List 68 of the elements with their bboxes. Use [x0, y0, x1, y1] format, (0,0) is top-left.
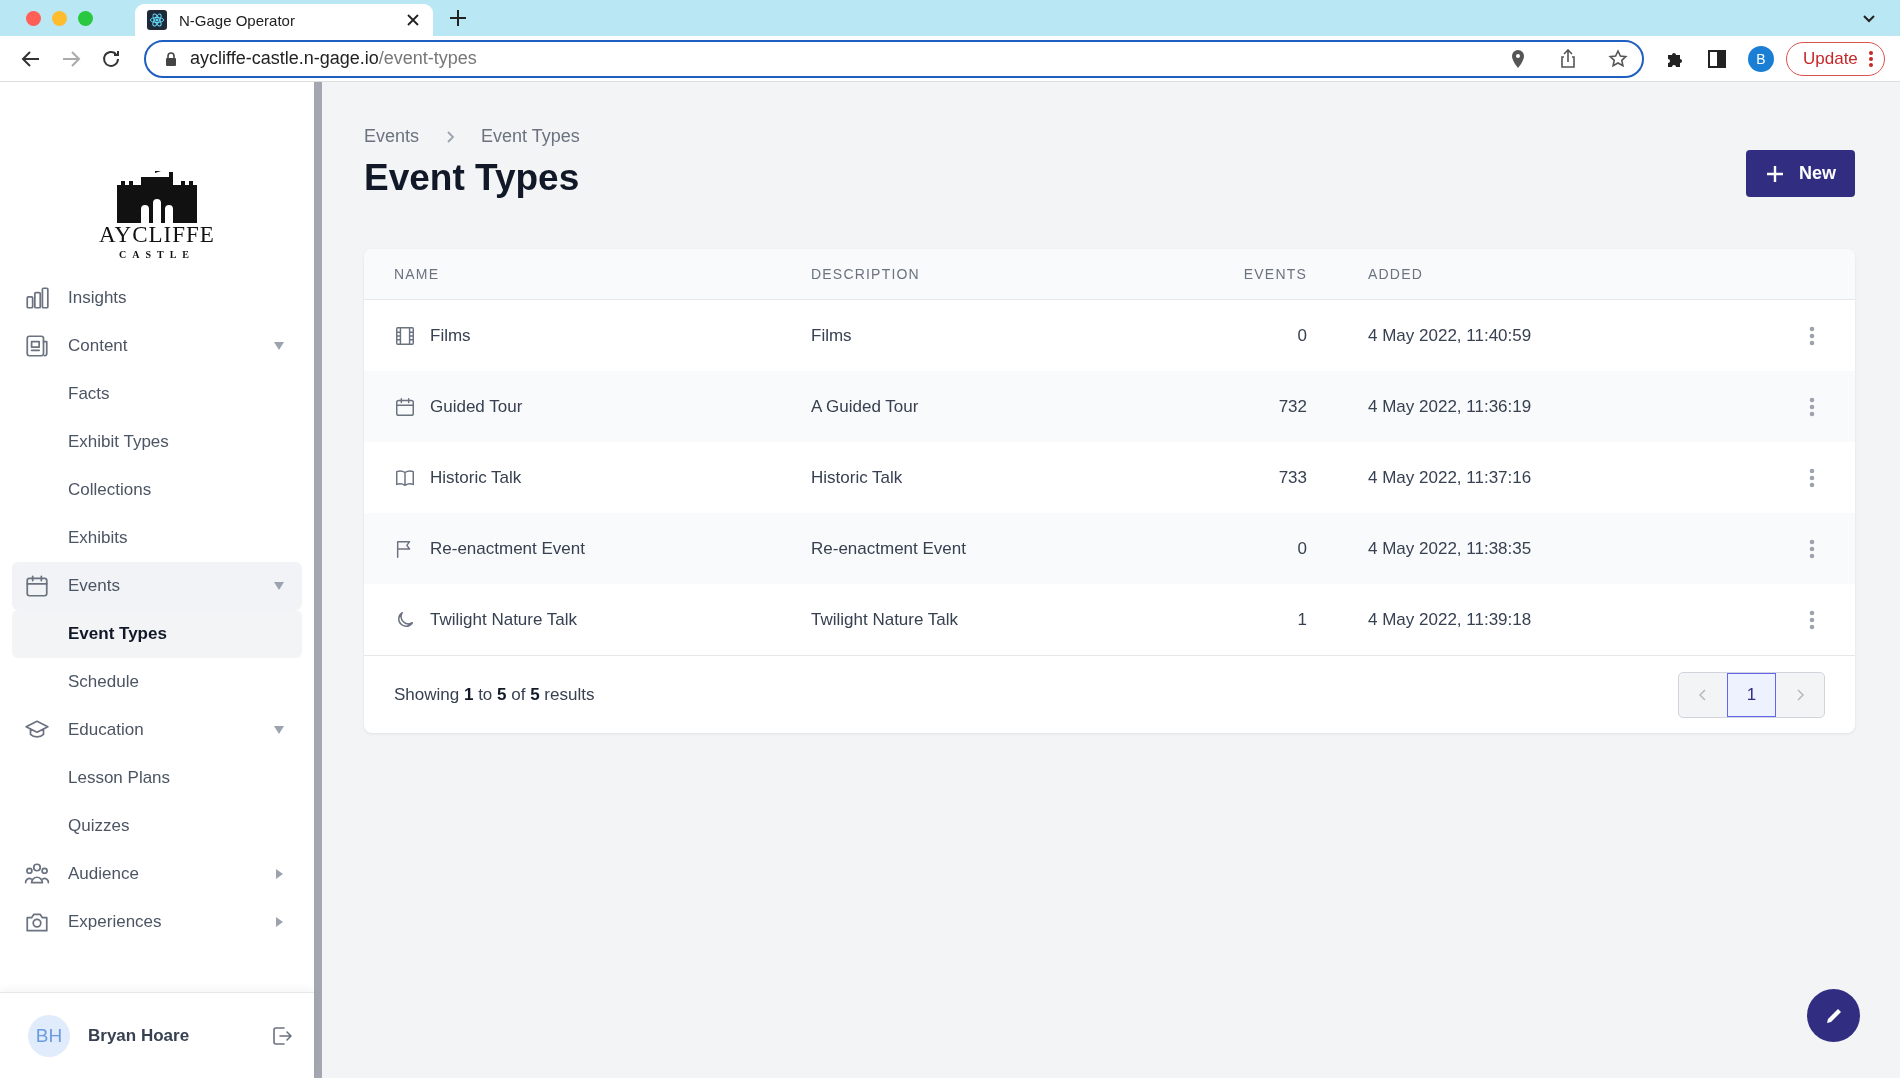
table-cell: 733 [1278, 467, 1307, 488]
breadcrumb-link[interactable]: Event Types [481, 126, 580, 147]
user-name: Bryan Hoare [88, 1025, 191, 1046]
column-header: NAME [394, 266, 441, 282]
sidebar-subitem[interactable]: Schedule [12, 658, 302, 706]
user-avatar: BH [28, 1014, 70, 1057]
film-icon [394, 324, 416, 347]
lock-icon [164, 51, 178, 66]
sidebar-item[interactable]: Insights [12, 274, 302, 322]
page-title: Event Types [364, 157, 581, 199]
new-button[interactable]: New [1746, 150, 1855, 197]
table-cell[interactable]: Guided Tour [430, 396, 523, 417]
table-cell-text: Re-enactment Event [811, 538, 967, 559]
table-cell-text: 4 May 2022, 11:40:59 [1367, 325, 1533, 346]
sidebar-item[interactable]: Audience [12, 850, 302, 898]
people-icon [24, 861, 50, 887]
chart-icon [24, 285, 50, 311]
table-cell[interactable]: Films [430, 325, 471, 346]
breadcrumb-link[interactable]: Events [364, 126, 420, 147]
profile-avatar[interactable]: B [1748, 45, 1774, 72]
sidebar-subitem[interactable]: Event Types [12, 610, 302, 658]
table-cell[interactable]: Re-enactment Event [430, 538, 585, 559]
update-button[interactable]: Update [1786, 41, 1885, 76]
atom-icon [147, 10, 167, 30]
star-icon[interactable] [1608, 48, 1628, 69]
table-cell-text: Twilight Nature Talk [811, 609, 960, 630]
edit-button[interactable] [1807, 989, 1860, 1042]
table-cell-text: 4 May 2022, 11:37:16 [1367, 467, 1533, 488]
column-header: DESCRIPTION [811, 266, 921, 282]
newspaper-icon [24, 333, 50, 359]
sidebar-subitem[interactable]: Facts [12, 370, 302, 418]
table-cell-text: 4 May 2022, 11:36:19 [1367, 396, 1533, 417]
calendar-icon [394, 395, 416, 418]
sidebar-item[interactable]: Events [12, 562, 302, 610]
table-cell-text: 4 May 2022, 11:39:18 [1367, 609, 1533, 630]
sidebar-item[interactable]: Content [12, 322, 302, 370]
sidebar-icon[interactable] [1706, 47, 1728, 70]
close-icon[interactable] [405, 12, 421, 28]
browser-tab[interactable]: N-Gage Operator [135, 4, 433, 36]
column-header: EVENTS [1243, 266, 1307, 282]
table-cell: 0 [1297, 325, 1307, 346]
table-cell-text: Historic Talk [811, 467, 904, 488]
new-tab-icon[interactable] [447, 7, 469, 29]
sidebar-item[interactable]: Experiences [12, 898, 302, 946]
table-cell: 0 [1297, 538, 1307, 559]
table-cell: 732 [1278, 396, 1307, 417]
table-cell-text: 4 May 2022, 11:38:35 [1367, 538, 1533, 559]
plus-icon [1765, 163, 1785, 184]
address-bar[interactable]: aycliffe-castle.n-gage.io/event-types [144, 39, 1644, 78]
logo-title: AYCLIFFE [99, 223, 215, 246]
calendar-icon [24, 573, 50, 599]
kebab-icon [1867, 49, 1874, 68]
sidebar-subitem[interactable]: Lesson Plans [12, 754, 302, 802]
table-cell-text: Films [811, 325, 853, 346]
logo-subtitle: CASTLE [119, 249, 195, 260]
sidebar-subitem[interactable]: Exhibit Types [12, 418, 302, 466]
results-summary: Showing 1 to 5 of 5 results [394, 684, 596, 705]
table-cell[interactable]: Twilight Nature Talk [430, 609, 578, 630]
page-button[interactable]: 1 [1727, 672, 1776, 717]
sidebar-subitem[interactable]: Collections [12, 466, 302, 514]
column-header: ADDED [1367, 266, 1424, 282]
table-cell[interactable]: Historic Talk [430, 467, 522, 488]
table-cell: 1 [1297, 609, 1307, 630]
sidebar-subitem[interactable]: Exhibits [12, 514, 302, 562]
sidebar-item[interactable]: Education [12, 706, 302, 754]
sidebar-subitem[interactable]: Quizzes [12, 802, 302, 850]
table-cell-text: A Guided Tour [811, 396, 920, 417]
share-icon[interactable] [1558, 48, 1578, 69]
